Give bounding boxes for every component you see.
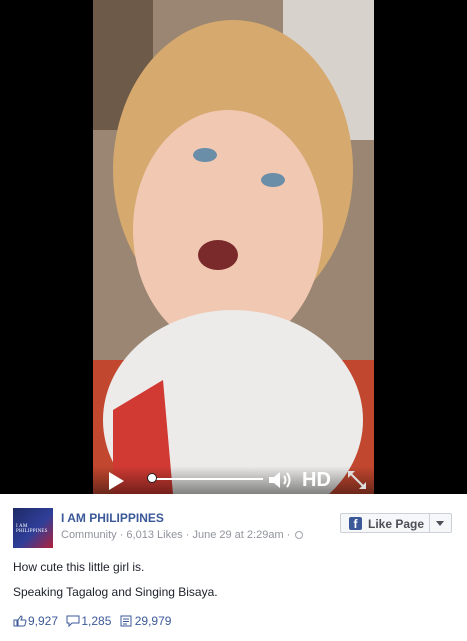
likes-count: 9,927 <box>28 614 59 628</box>
comments-count: 1,285 <box>81 614 112 628</box>
post-meta: Community · 6,013 Likes · June 29 at 2:2… <box>61 529 304 541</box>
fullscreen-icon[interactable] <box>345 468 369 492</box>
post-timestamp[interactable]: June 29 at 2:29am <box>192 529 283 541</box>
page-category[interactable]: Community <box>61 529 117 541</box>
button-divider <box>429 514 430 532</box>
likes-stat[interactable]: 9,927 <box>13 614 58 628</box>
chevron-down-icon[interactable] <box>436 521 444 526</box>
like-page-button[interactable]: f Like Page <box>340 513 452 533</box>
globe-icon <box>295 531 304 539</box>
volume-icon[interactable] <box>267 470 297 490</box>
logo-text: I AM PHILIPPINES <box>16 524 48 534</box>
video-player[interactable]: HD <box>0 0 467 494</box>
facebook-icon: f <box>349 517 362 531</box>
page-avatar[interactable]: I AM PHILIPPINES <box>13 508 53 548</box>
share-icon <box>120 615 132 627</box>
post-stats: 9,927 1,285 29,979 <box>13 614 176 628</box>
progress-track[interactable] <box>153 478 263 480</box>
page-likes-count[interactable]: 6,013 Likes <box>126 529 182 541</box>
play-icon[interactable] <box>109 472 124 490</box>
video-controls: HD <box>93 466 374 494</box>
progress-knob[interactable] <box>147 473 157 483</box>
video-frame[interactable] <box>93 0 374 494</box>
post-card: I AM PHILIPPINES I AM PHILIPPINES Commun… <box>0 494 467 641</box>
like-page-label: Like Page <box>368 517 425 531</box>
comments-stat[interactable]: 1,285 <box>66 614 111 628</box>
video-still-image <box>93 0 374 494</box>
shares-count: 29,979 <box>134 614 172 628</box>
post-message-line: How cute this little girl is. <box>13 560 145 574</box>
thumbs-up-icon <box>13 615 27 627</box>
page-name-link[interactable]: I AM PHILIPPINES <box>61 511 164 525</box>
post-message-line: Speaking Tagalog and Singing Bisaya. <box>13 585 218 599</box>
hd-toggle[interactable]: HD <box>302 469 331 492</box>
comment-icon <box>66 615 80 628</box>
shares-stat[interactable]: 29,979 <box>120 614 172 628</box>
